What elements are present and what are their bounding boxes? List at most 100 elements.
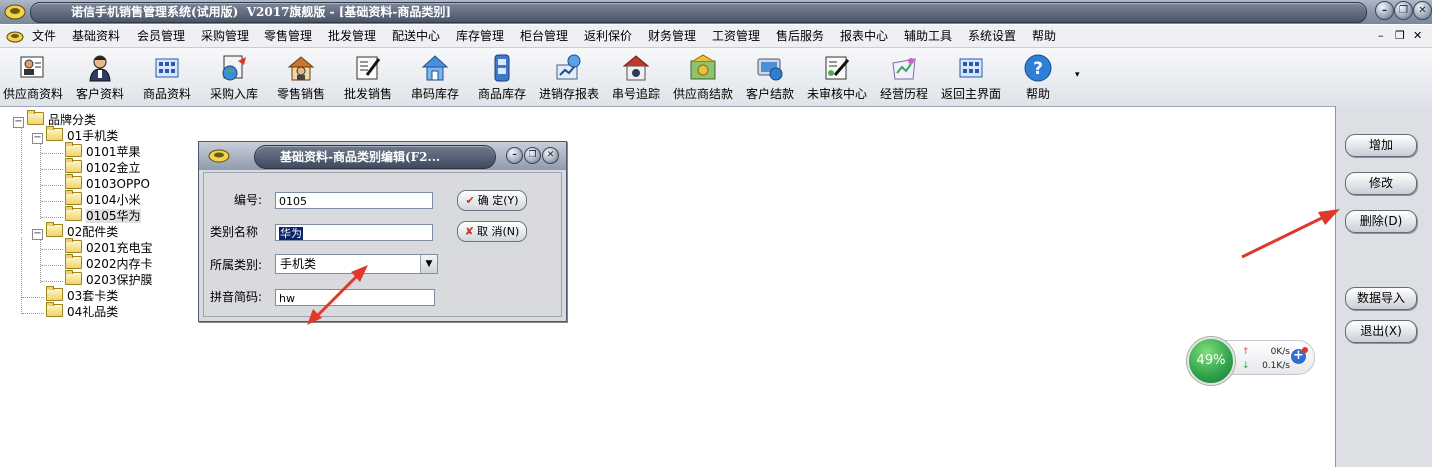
tree-expand-toggle[interactable]: − [32, 229, 43, 240]
customer-payment-icon [757, 58, 783, 81]
tree-node-label: 01手机类 [67, 129, 119, 143]
tree-node-item[interactable]: 0103OPPO [65, 174, 150, 192]
delete-button[interactable]: 删除(D) [1345, 210, 1417, 233]
tree-node-label: 0101苹果 [86, 145, 141, 159]
toolbar-unaudited-button[interactable]: 未审核中心 [802, 50, 872, 104]
toolbar-customer-button[interactable]: 客户资料 [65, 50, 135, 104]
toolbar-customer-payment-button[interactable]: 客户结款 [735, 50, 805, 104]
menu-help[interactable]: 帮助 [1032, 25, 1056, 47]
toolbar-history-button[interactable]: 经营历程 [869, 50, 939, 104]
tree-node-item[interactable]: 0203保护膜 [65, 270, 153, 288]
menu-after-sales[interactable]: 售后服务 [776, 25, 824, 47]
tree-line [41, 185, 63, 186]
menu-payroll[interactable]: 工资管理 [712, 25, 760, 47]
unaudited-icon [825, 56, 850, 80]
tree-node-group[interactable]: 04礼品类 [46, 302, 118, 320]
menu-tools[interactable]: 辅助工具 [904, 25, 952, 47]
tree-node-item-selected[interactable]: 0105华为 [65, 206, 141, 224]
menu-basic-data[interactable]: 基础资料 [72, 25, 120, 47]
add-button[interactable]: 增加 [1345, 134, 1417, 157]
exit-button[interactable]: 退出(X) [1345, 320, 1417, 343]
menu-reports[interactable]: 报表中心 [840, 25, 888, 47]
menu-inventory[interactable]: 库存管理 [456, 25, 504, 47]
tree-node-group[interactable]: 03套卡类 [46, 286, 119, 304]
menu-counter[interactable]: 柜台管理 [520, 25, 568, 47]
tree-node-label: 03套卡类 [67, 289, 119, 303]
window-close-button[interactable]: ✕ [1413, 1, 1432, 20]
folder-icon [46, 302, 63, 317]
parent-category-value: 手机类 [280, 257, 317, 271]
import-button[interactable]: 数据导入 [1345, 287, 1417, 310]
folder-icon [65, 254, 82, 269]
toolbar-serial-stock-button[interactable]: 串码库存 [400, 50, 470, 104]
tree-node-item[interactable]: 0201充电宝 [65, 238, 153, 256]
tree-line [41, 217, 63, 218]
tree-node-item[interactable]: 0101苹果 [65, 142, 141, 160]
menu-retail[interactable]: 零售管理 [264, 25, 312, 47]
pinyin-field[interactable]: hw [275, 289, 435, 306]
tree-node-item[interactable]: 0104小米 [65, 190, 141, 208]
mdi-close-button[interactable]: ✕ [1413, 29, 1422, 43]
dialog-minimize-button[interactable]: – [506, 147, 523, 164]
network-speed-widget[interactable]: ↑ 0K/s ↓ 0.1K/s 49% + [1187, 337, 1315, 385]
tree-node-group[interactable]: 02配件类 [46, 222, 118, 240]
dialog-restore-button[interactable]: ❐ [524, 147, 541, 164]
action-panel: 增加 修改 删除(D) 数据导入 退出(X) [1335, 106, 1432, 467]
menu-wholesale[interactable]: 批发管理 [328, 25, 376, 47]
edit-button[interactable]: 修改 [1345, 172, 1417, 195]
memory-gauge[interactable]: 49% [1187, 337, 1235, 385]
toolbar-product-button[interactable]: 商品资料 [132, 50, 202, 104]
menu-member[interactable]: 会员管理 [137, 25, 185, 47]
toolbar-purchase-button[interactable]: 采购入库 [199, 50, 269, 104]
toolbar-help-button[interactable]: ? 帮助 [1003, 50, 1073, 104]
menu-app-icon[interactable] [6, 29, 24, 43]
folder-icon [65, 238, 82, 253]
tree-expand-toggle[interactable]: − [13, 117, 24, 128]
ok-button[interactable]: ✔ 确 定(Y) [457, 190, 527, 211]
toolbar-report-button[interactable]: 进销存报表 [534, 50, 604, 104]
tree-line [41, 265, 63, 266]
code-field[interactable]: 0105 [275, 192, 433, 209]
window-restore-button[interactable]: ❐ [1394, 1, 1413, 20]
tree-node-root[interactable]: 品牌分类 [27, 110, 96, 128]
window-minimize-button[interactable]: – [1375, 1, 1394, 20]
tree-node-item[interactable]: 0102金立 [65, 158, 141, 176]
toolbar-supplier-payment-button[interactable]: 供应商结款 [668, 50, 738, 104]
parent-category-select[interactable]: 手机类 ▼ [275, 254, 438, 274]
dialog-header[interactable]: 基础资料-商品类别编辑(F2... – ❐ ✕ [199, 142, 566, 170]
tree-node-label: 0104小米 [86, 193, 141, 207]
toolbar-supplier-button[interactable]: 供应商资料 [0, 50, 68, 104]
dropdown-arrow-icon[interactable]: ▼ [420, 255, 437, 273]
pinyin-label: 拼音简码: [210, 290, 263, 304]
menu-distribution[interactable]: 配送中心 [392, 25, 440, 47]
tree-line [22, 297, 44, 298]
dialog-close-button[interactable]: ✕ [542, 147, 559, 164]
toolbar-label: 帮助 [1025, 87, 1050, 101]
tree-expand-toggle[interactable]: − [32, 133, 43, 144]
dialog-title-tab: 基础资料-商品类别编辑(F2... [254, 145, 496, 169]
menu-settings[interactable]: 系统设置 [968, 25, 1016, 47]
mdi-restore-button[interactable]: ❐ [1395, 29, 1405, 43]
category-tree: − 品牌分类 − 01手机类 0101苹果 0102金立 0103OPPO 01… [0, 108, 200, 338]
home-icon [959, 58, 983, 78]
toolbar-product-stock-button[interactable]: 商品库存 [467, 50, 537, 104]
toolbar-serial-trace-button[interactable]: 串号追踪 [601, 50, 671, 104]
toolbar-overflow-icon[interactable]: ▾ [1075, 70, 1080, 80]
supplier-icon [20, 56, 44, 78]
toolbar-retail-button[interactable]: 零售销售 [266, 50, 336, 104]
menu-purchase[interactable]: 采购管理 [201, 25, 249, 47]
title-tab: 诺信手机销售管理系统(试用版) V2017旗舰版 - [基础资料-商品类别] [30, 2, 1367, 23]
tree-node-item[interactable]: 0202内存卡 [65, 254, 153, 272]
tree-node-group[interactable]: 01手机类 [46, 126, 119, 144]
cancel-button[interactable]: ✘ 取 消(N) [457, 221, 527, 242]
name-field[interactable]: 华为 [275, 224, 433, 241]
folder-icon [27, 110, 44, 125]
mdi-minimize-button[interactable]: – [1378, 29, 1384, 43]
menu-rebate[interactable]: 返利保价 [584, 25, 632, 47]
tree-line [41, 249, 63, 250]
menu-file[interactable]: 文件 [32, 25, 56, 47]
toolbar-home-button[interactable]: 返回主界面 [936, 50, 1006, 104]
toolbar-wholesale-button[interactable]: 批发销售 [333, 50, 403, 104]
category-edit-dialog: 基础资料-商品类别编辑(F2... – ❐ ✕ 编号: 0105 类别名称 华为… [198, 141, 567, 322]
menu-finance[interactable]: 财务管理 [648, 25, 696, 47]
